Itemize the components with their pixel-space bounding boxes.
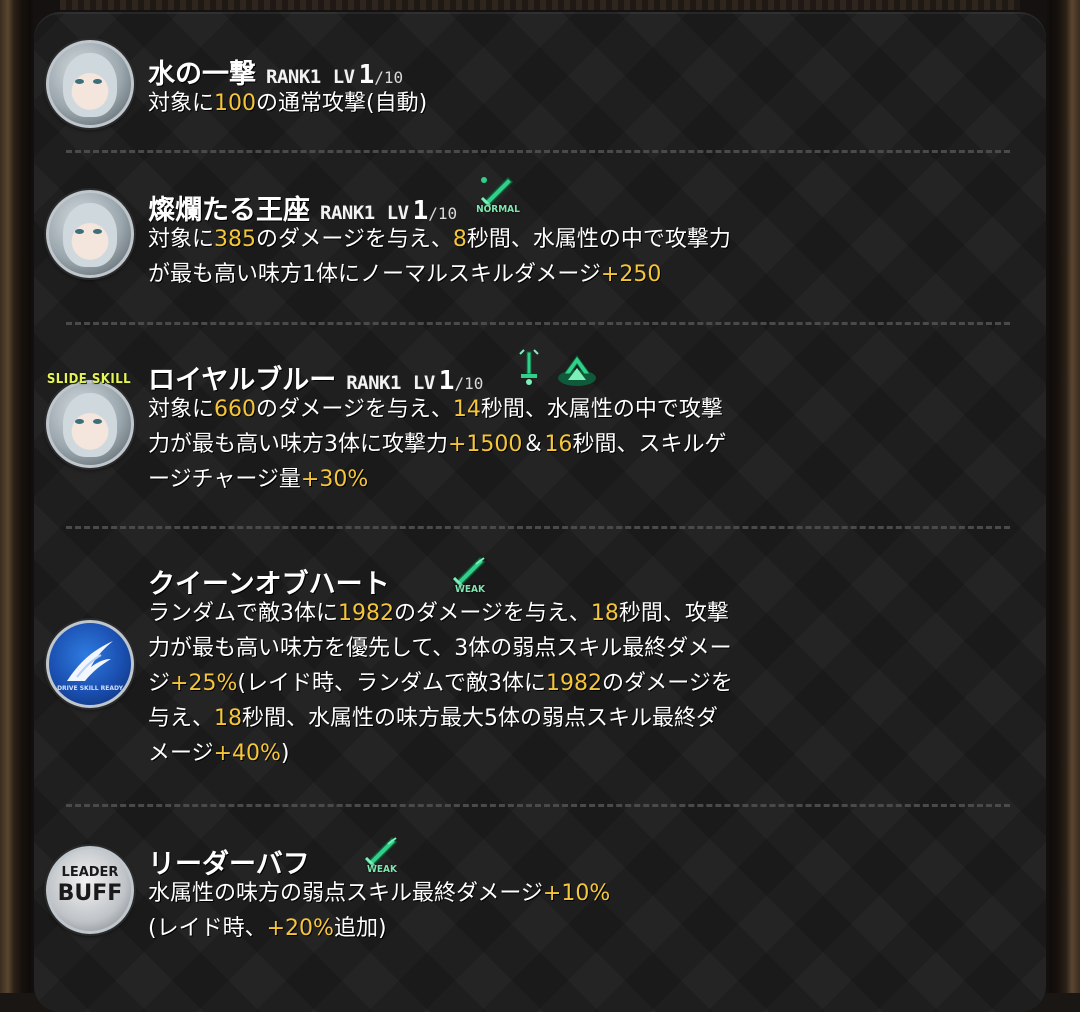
skill-description: 水属性の味方の弱点スキル最終ダメージ+10% (レイド時、+20%追加)	[148, 881, 611, 941]
slide-skill-badge: SLIDE SKILL	[46, 372, 132, 387]
character-portrait-icon	[46, 40, 134, 128]
drive-skill-icon: DRIVE SKILL READY	[46, 620, 134, 708]
skill-lv-label: LV	[332, 66, 355, 88]
weak-tag-sword-icon: WEAK	[362, 834, 402, 878]
skill-lv-label: LV	[386, 202, 409, 224]
character-portrait-icon	[46, 380, 134, 468]
skill-rank: RANK1	[320, 202, 375, 224]
top-border	[60, 0, 1020, 10]
divider	[66, 804, 1010, 807]
tag-label: WEAK	[454, 584, 485, 595]
skill-rank: RANK1	[266, 66, 321, 88]
exclamation-sword-icon	[514, 348, 554, 392]
leader-icon-line2: BUFF	[57, 881, 123, 906]
leader-buff-icon: LEADER BUFF	[46, 846, 134, 934]
skill-description: 対象に100の通常攻撃(自動)	[148, 91, 428, 116]
skill-description: 対象に660のダメージを与え、14秒間、水属性の中で攻撃 力が最も高い味方3体に…	[148, 397, 727, 492]
skill-level-max: /10	[428, 204, 458, 223]
leader-icon-line1: LEADER	[61, 865, 119, 880]
skill-lv-label: LV	[412, 372, 435, 394]
tag-label: NORMAL	[476, 204, 520, 215]
tag-label: WEAK	[366, 864, 397, 875]
skill-rank: RANK1	[346, 372, 401, 394]
character-portrait-icon	[46, 190, 134, 278]
divider	[66, 526, 1010, 529]
skill-description: 対象に385のダメージを与え、8秒間、水属性の中で攻撃力 が最も高い味方1体にノ…	[148, 227, 731, 287]
skill-level-max: /10	[454, 374, 484, 393]
divider	[66, 150, 1010, 153]
drive-skill-label: DRIVE SKILL READY	[57, 685, 123, 692]
weak-tag-sword-icon: WEAK	[450, 554, 490, 598]
divider	[66, 322, 1010, 325]
normal-tag-sword-icon: NORMAL	[476, 174, 520, 218]
skill-level-max: /10	[374, 68, 404, 87]
attack-up-icon	[556, 348, 596, 392]
skill-description: ランダムで敵3体に1982のダメージを与え、18秒間、攻撃 力が最も高い味方を優…	[148, 601, 733, 766]
